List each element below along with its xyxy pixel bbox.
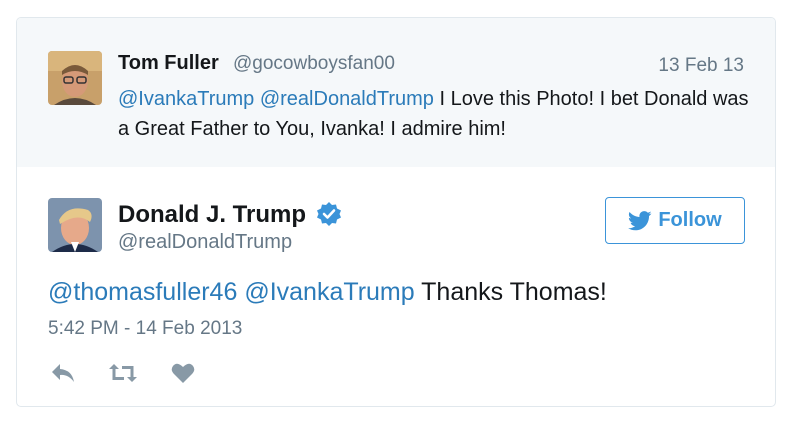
parent-author-name[interactable]: Tom Fuller: [118, 52, 219, 75]
like-icon[interactable]: [168, 358, 198, 388]
tweet-timestamp[interactable]: 5:42 PM - 14 Feb 2013: [48, 318, 242, 340]
parent-tweet[interactable]: Tom Fuller @gocowboysfan00 13 Feb 13 @Iv…: [17, 18, 775, 167]
tweet-text: @thomasfuller46 @IvankaTrump Thanks Thom…: [48, 278, 607, 307]
tweet-actions: [48, 358, 198, 388]
mention-link[interactable]: @IvankaTrump: [244, 278, 414, 306]
mention-link[interactable]: @realDonaldTrump: [260, 88, 434, 110]
mention-link[interactable]: @IvankaTrump: [118, 88, 254, 110]
parent-tweet-date[interactable]: 13 Feb 13: [658, 55, 744, 77]
twitter-bird-icon: [628, 210, 652, 230]
avatar-tom-fuller[interactable]: [48, 51, 102, 105]
parent-author-handle[interactable]: @gocowboysfan00: [233, 53, 395, 75]
mention-link[interactable]: @thomasfuller46: [48, 278, 237, 306]
tweet-body: Thanks Thomas!: [414, 278, 607, 306]
follow-button[interactable]: Follow: [605, 197, 745, 244]
tweet-embed-card: Tom Fuller @gocowboysfan00 13 Feb 13 @Iv…: [16, 17, 776, 407]
retweet-icon[interactable]: [108, 358, 138, 388]
follow-label: Follow: [658, 209, 722, 231]
avatar-donald-trump[interactable]: [48, 198, 102, 252]
parent-tweet-text: @IvankaTrump @realDonaldTrump I Love thi…: [118, 84, 758, 144]
verified-badge-icon: [317, 202, 341, 226]
author-handle[interactable]: @realDonaldTrump: [118, 231, 292, 254]
author-name[interactable]: Donald J. Trump: [118, 201, 306, 229]
reply-icon[interactable]: [48, 358, 78, 388]
